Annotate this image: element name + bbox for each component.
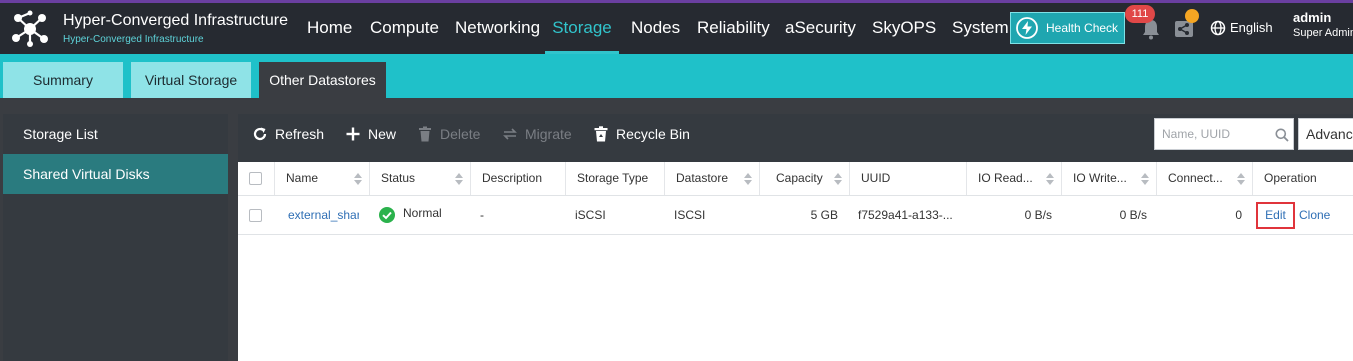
column-label-operation: Operation (1264, 171, 1317, 185)
select-all-checkbox[interactable] (249, 172, 262, 185)
search-box (1154, 118, 1294, 150)
table-row[interactable]: external_shar Normal - iSCSI ISCSI 5 GB … (238, 196, 1353, 235)
delete-label: Delete (440, 126, 481, 142)
storage-type-cell: iSCSI (575, 208, 606, 222)
column-header-uuid: UUID (849, 162, 966, 195)
user-name[interactable]: admin (1293, 10, 1331, 25)
sort-icon[interactable] (1046, 173, 1054, 185)
tab-other-datastores[interactable]: Other Datastores (259, 62, 386, 98)
shared-disks-table: Name Status Description Storage Type Dat… (238, 162, 1353, 361)
nav-nodes[interactable]: Nodes (631, 3, 680, 54)
molecule-logo-icon (12, 10, 48, 47)
column-header-operation: Operation (1252, 162, 1353, 195)
sidebar-item-storage-list[interactable]: Storage List (3, 114, 228, 154)
status-text: Normal (403, 206, 442, 220)
column-label-io-write: IO Write... (1073, 171, 1127, 185)
new-button[interactable]: New (345, 114, 405, 154)
recycle-bin-label: Recycle Bin (616, 126, 690, 142)
nav-asecurity[interactable]: aSecurity (785, 3, 856, 54)
io-read-cell: 0 B/s (1024, 208, 1052, 222)
column-header-name[interactable]: Name (274, 162, 369, 195)
search-input[interactable] (1155, 119, 1265, 149)
datastore-cell: ISCSI (674, 208, 706, 222)
user-role: Super Admin (1293, 27, 1353, 39)
notification-count-badge: 111 (1125, 5, 1155, 23)
lightning-icon (1016, 17, 1038, 39)
column-label-name: Name (286, 171, 319, 185)
table-header: Name Status Description Storage Type Dat… (238, 162, 1353, 196)
new-label: New (368, 126, 397, 142)
recycle-bin-icon (594, 126, 608, 142)
column-header-io-write[interactable]: IO Write... (1061, 162, 1156, 195)
globe-icon[interactable] (1210, 20, 1226, 36)
tab-virtual-storage[interactable]: Virtual Storage (131, 62, 251, 98)
top-navigation-bar: Hyper-Converged Infrastructure Hyper-Con… (0, 3, 1353, 54)
brand-subtitle: Hyper-Converged Infrastructure (63, 34, 204, 45)
recycle-bin-button[interactable]: Recycle Bin (593, 114, 693, 154)
column-header-storage-type: Storage Type (565, 162, 664, 195)
migrate-label: Migrate (525, 126, 572, 142)
row-checkbox[interactable] (249, 209, 262, 222)
sidebar: Storage List Shared Virtual Disks (3, 114, 228, 361)
io-write-cell: 0 B/s (1119, 208, 1147, 222)
column-label-status: Status (381, 171, 416, 185)
plus-icon (346, 127, 360, 141)
column-label-storage-type: Storage Type (577, 171, 649, 185)
column-header-datastore[interactable]: Datastore (664, 162, 759, 195)
disk-name-link[interactable]: external_shar (288, 196, 359, 234)
refresh-button[interactable]: Refresh (252, 114, 332, 154)
capacity-cell: 5 GB (810, 208, 838, 222)
nav-networking[interactable]: Networking (455, 3, 540, 54)
column-header-description: Description (470, 162, 565, 195)
health-check-button[interactable]: Health Check (1010, 12, 1125, 44)
trash-icon (419, 126, 431, 142)
column-label-io-read: IO Read... (978, 171, 1033, 185)
column-label-uuid: UUID (861, 171, 891, 185)
uuid-cell: f7529a41-a133-... (858, 208, 953, 222)
connections-cell: 0 (1235, 208, 1242, 222)
search-icon[interactable] (1275, 128, 1289, 142)
tab-summary[interactable]: Summary (3, 62, 123, 98)
column-label-connections: Connect... (1168, 171, 1223, 185)
column-header-status[interactable]: Status (369, 162, 470, 195)
sort-icon[interactable] (834, 173, 842, 185)
edit-button[interactable]: Edit (1256, 202, 1295, 229)
language-selector[interactable]: English (1230, 20, 1273, 35)
toolbar: Refresh New Delete Migrate Recycle Bin N… (238, 114, 1353, 162)
share-alert-dot (1185, 9, 1199, 23)
brand-title: Hyper-Converged Infrastructure (63, 12, 288, 29)
nav-reliability[interactable]: Reliability (697, 3, 770, 54)
migrate-button[interactable]: Migrate (502, 114, 582, 154)
clone-button[interactable]: Clone (1299, 196, 1330, 234)
nav-skyops[interactable]: SkyOPS (872, 3, 936, 54)
description-cell: - (480, 208, 484, 222)
column-header-connections[interactable]: Connect... (1156, 162, 1252, 195)
column-label-datastore: Datastore (676, 171, 729, 185)
sidebar-item-shared-virtual-disks[interactable]: Shared Virtual Disks (3, 154, 228, 194)
nav-compute[interactable]: Compute (370, 3, 439, 54)
sub-tab-bar: Summary Virtual Storage Other Datastores (0, 54, 1353, 98)
sort-icon[interactable] (455, 173, 463, 185)
migrate-arrows-icon (503, 128, 517, 140)
column-header-capacity[interactable]: Capacity (759, 162, 849, 195)
advanced-search-button[interactable]: Advanced (1298, 118, 1353, 150)
nav-storage[interactable]: Storage (545, 3, 619, 54)
column-header-io-read[interactable]: IO Read... (966, 162, 1061, 195)
sort-icon[interactable] (1237, 173, 1245, 185)
sort-icon[interactable] (1141, 173, 1149, 185)
column-label-description: Description (482, 171, 543, 185)
check-circle-icon (379, 207, 395, 223)
delete-button[interactable]: Delete (417, 114, 487, 154)
refresh-label: Refresh (275, 126, 325, 142)
column-label-capacity: Capacity (776, 171, 823, 185)
nav-home[interactable]: Home (307, 3, 352, 54)
nav-system[interactable]: System (952, 3, 1009, 54)
refresh-icon (253, 127, 267, 141)
sort-icon[interactable] (744, 173, 752, 185)
health-check-label: Health Check (1046, 21, 1119, 35)
sort-icon[interactable] (354, 173, 362, 185)
